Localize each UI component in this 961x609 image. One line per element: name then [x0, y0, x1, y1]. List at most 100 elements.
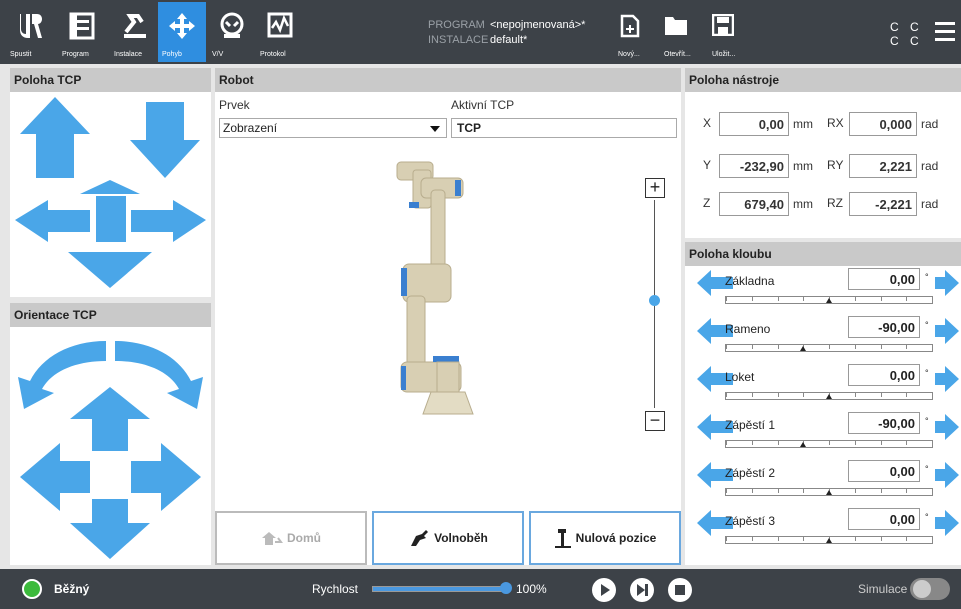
- joint-increase-arrow-icon[interactable]: [935, 318, 959, 344]
- scale-tick: [932, 393, 933, 397]
- status-text: Běžný: [54, 582, 90, 596]
- scale-tick: [906, 393, 908, 397]
- joint-increase-arrow-icon[interactable]: [935, 462, 959, 488]
- joint-range-scale: [725, 440, 933, 448]
- home-button[interactable]: Domů: [215, 511, 367, 565]
- nav-move[interactable]: Pohyb: [158, 2, 206, 62]
- tool-ry-row: RY 2,221 rad: [827, 154, 959, 178]
- joint-position-marker: [800, 442, 807, 447]
- step-button[interactable]: [630, 578, 654, 602]
- tool-y-unit: mm: [793, 159, 813, 173]
- scale-tick: [777, 537, 779, 541]
- rotate-right-arrow-icon[interactable]: [115, 341, 203, 409]
- scale-tick: [906, 537, 908, 541]
- nav-move-label: Pohyb: [162, 51, 182, 58]
- tilt-right-arrow-icon[interactable]: [131, 443, 201, 511]
- tool-x-row: X 0,00 mm: [703, 112, 833, 136]
- rotate-left-arrow-icon[interactable]: [18, 341, 106, 409]
- tilt-up-arrow-icon[interactable]: [70, 387, 150, 451]
- stop-button[interactable]: [668, 578, 692, 602]
- joint-value-field[interactable]: 0,00: [848, 460, 920, 482]
- joint-unit: °: [925, 320, 929, 330]
- joint-value-field[interactable]: -90,00: [848, 316, 920, 338]
- joint-increase-arrow-icon[interactable]: [935, 414, 959, 440]
- tool-position-title: Poloha nástroje: [685, 68, 961, 92]
- active-tcp-label: Aktivní TCP: [451, 98, 515, 112]
- scale-tick: [803, 537, 805, 541]
- zero-position-button[interactable]: Nulová pozice: [529, 511, 681, 565]
- nav-log[interactable]: Protokol: [256, 2, 304, 62]
- joint-value-field[interactable]: 0,00: [848, 364, 920, 386]
- nav-installation[interactable]: Instalace: [110, 2, 158, 62]
- zoom-slider-knob[interactable]: [649, 295, 660, 306]
- status-indicator[interactable]: [22, 579, 42, 599]
- play-button[interactable]: [592, 578, 616, 602]
- open-button[interactable]: Otevřít...: [664, 14, 704, 62]
- tool-z-field[interactable]: 679,40: [719, 192, 789, 216]
- joint-position-marker: [826, 394, 832, 399]
- speed-slider[interactable]: [372, 586, 508, 592]
- simulation-toggle[interactable]: [910, 578, 950, 600]
- tool-z-unit: mm: [793, 197, 813, 211]
- joint-increase-arrow-icon[interactable]: [935, 510, 959, 536]
- scale-tick: [854, 393, 856, 397]
- tool-rz-field[interactable]: -2,221: [849, 192, 917, 216]
- tool-y-field[interactable]: -232,90: [719, 154, 789, 178]
- move-right-arrow-icon[interactable]: [131, 200, 206, 242]
- joint-range-scale: [725, 344, 933, 352]
- tool-rx-field[interactable]: 0,000: [849, 112, 917, 136]
- scale-tick: [932, 345, 933, 349]
- scale-tick: [932, 297, 933, 301]
- joint-value-field[interactable]: 0,00: [848, 508, 920, 530]
- tilt-down-arrow-icon[interactable]: [70, 499, 150, 559]
- nav-io[interactable]: V/V: [208, 2, 256, 62]
- joint-increase-arrow-icon[interactable]: [935, 270, 959, 296]
- move-left-arrow-icon[interactable]: [15, 200, 90, 242]
- scale-tick: [854, 297, 856, 301]
- move-back-arrow-icon[interactable]: [68, 252, 152, 288]
- scale-tick: [751, 537, 753, 541]
- zoom-in-button[interactable]: +: [645, 178, 665, 198]
- joint-row: Zápěstí 1 -90,00 °: [685, 412, 961, 460]
- tilt-left-arrow-icon[interactable]: [20, 443, 90, 511]
- nav-run[interactable]: Spustit: [6, 2, 54, 62]
- nav-run-label: Spustit: [10, 51, 32, 58]
- move-down-arrow-icon[interactable]: [130, 102, 200, 178]
- speed-label: Rychlost: [312, 582, 359, 596]
- joint-value-field[interactable]: 0,00: [848, 268, 920, 290]
- joint-name: Rameno: [725, 322, 771, 336]
- tcp-position-title: Poloha TCP: [10, 68, 211, 92]
- menu-icon[interactable]: [935, 22, 955, 46]
- tcp-orientation-title: Orientace TCP: [10, 303, 211, 327]
- joint-position-panel: Poloha kloubu Základna 0,00 ° Rameno -90,00 °…: [685, 242, 961, 565]
- stop-icon: [675, 585, 685, 595]
- tool-z-label: Z: [703, 196, 711, 210]
- move-up-arrow-icon[interactable]: [20, 97, 90, 178]
- new-button[interactable]: Nový...: [618, 14, 658, 62]
- joint-range-scale: [725, 296, 933, 304]
- chevron-down-icon: [430, 126, 440, 132]
- scale-tick: [932, 441, 933, 445]
- home-icon: [262, 532, 283, 545]
- move-forward-arrow-icon[interactable]: [80, 180, 140, 194]
- joint-value-field[interactable]: -90,00: [848, 412, 920, 434]
- tool-rz-unit: rad: [921, 197, 939, 211]
- freedrive-button[interactable]: Volnoběh: [372, 511, 524, 565]
- tool-ry-field[interactable]: 2,221: [849, 154, 917, 178]
- tool-x-field[interactable]: 0,00: [719, 112, 789, 136]
- joint-position-marker: [826, 490, 832, 495]
- feature-select[interactable]: Zobrazení: [219, 118, 447, 138]
- scale-tick: [751, 441, 753, 445]
- program-icon: [69, 12, 95, 40]
- zoom-out-button[interactable]: −: [645, 411, 665, 431]
- active-tcp-field[interactable]: TCP: [451, 118, 677, 138]
- nav-program[interactable]: Program: [58, 2, 106, 62]
- log-icon: [267, 12, 293, 38]
- freedrive-hand-icon: [411, 530, 429, 546]
- joint-increase-arrow-icon[interactable]: [935, 366, 959, 392]
- home-button-label: Domů: [287, 531, 321, 545]
- joint-range-scale: [725, 488, 933, 496]
- joint-unit: °: [925, 416, 929, 426]
- speed-slider-knob[interactable]: [500, 582, 512, 594]
- save-button[interactable]: Uložit...: [711, 13, 752, 62]
